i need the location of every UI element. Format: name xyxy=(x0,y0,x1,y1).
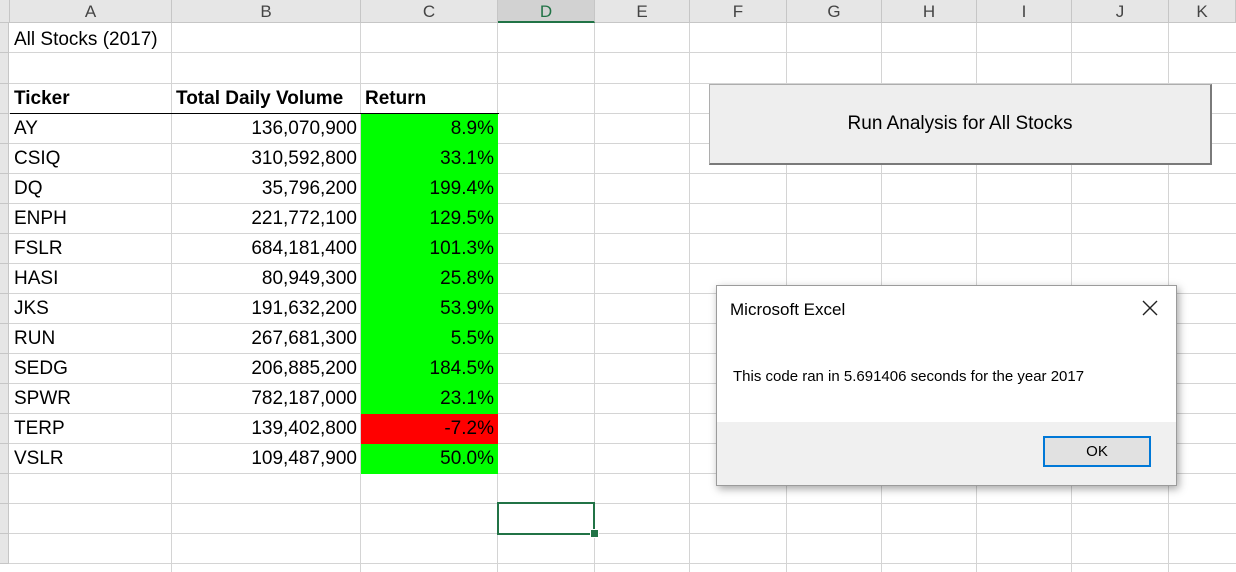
volume-cell[interactable]: 310,592,800 xyxy=(172,144,361,174)
return-cell[interactable]: 5.5% xyxy=(361,324,498,354)
excel-message-dialog: Microsoft Excel This code ran in 5.69140… xyxy=(716,285,1177,486)
column-header-g[interactable]: G xyxy=(787,0,882,23)
dialog-message: This code ran in 5.691406 seconds for th… xyxy=(733,368,1085,385)
return-cell[interactable]: 25.8% xyxy=(361,264,498,294)
volume-cell[interactable]: 684,181,400 xyxy=(172,234,361,264)
select-all-corner[interactable] xyxy=(0,0,10,23)
column-header-a[interactable]: A xyxy=(10,0,172,23)
row-header[interactable] xyxy=(0,144,9,174)
gridline-vertical xyxy=(594,23,595,572)
row-header[interactable] xyxy=(0,354,9,384)
ticker-header[interactable]: Ticker xyxy=(10,84,172,114)
ticker-cell[interactable]: ENPH xyxy=(10,204,172,234)
return-cell[interactable]: 129.5% xyxy=(361,204,498,234)
volume-cell[interactable]: 35,796,200 xyxy=(172,174,361,204)
gridline-horizontal xyxy=(0,563,1236,564)
return-header[interactable]: Return xyxy=(361,84,499,114)
return-cell[interactable]: 23.1% xyxy=(361,384,498,414)
volume-cell[interactable]: 109,487,900 xyxy=(172,444,361,474)
column-header-j[interactable]: J xyxy=(1072,0,1169,23)
run-analysis-button[interactable]: Run Analysis for All Stocks xyxy=(709,84,1212,165)
return-cell[interactable]: 50.0% xyxy=(361,444,498,474)
ticker-cell[interactable]: SPWR xyxy=(10,384,172,414)
fill-handle[interactable] xyxy=(590,529,599,538)
gridline-horizontal xyxy=(0,503,1236,504)
volume-cell[interactable]: 80,949,300 xyxy=(172,264,361,294)
row-header[interactable] xyxy=(0,324,9,354)
ticker-cell[interactable]: CSIQ xyxy=(10,144,172,174)
row-header[interactable] xyxy=(0,53,9,84)
column-header-e[interactable]: E xyxy=(595,0,690,23)
return-cell[interactable]: 53.9% xyxy=(361,294,498,324)
column-header-c[interactable]: C xyxy=(361,0,498,23)
volume-cell[interactable]: 782,187,000 xyxy=(172,384,361,414)
volume-cell[interactable]: 136,070,900 xyxy=(172,114,361,144)
column-header-d[interactable]: D xyxy=(498,0,595,23)
row-header[interactable] xyxy=(0,294,9,324)
row-header[interactable] xyxy=(0,84,9,114)
ticker-cell[interactable]: TERP xyxy=(10,414,172,444)
ticker-cell[interactable]: DQ xyxy=(10,174,172,204)
row-header[interactable] xyxy=(0,264,9,294)
column-header-i[interactable]: I xyxy=(977,0,1072,23)
column-header-h[interactable]: H xyxy=(882,0,977,23)
return-cell[interactable]: 184.5% xyxy=(361,354,498,384)
volume-cell[interactable]: 267,681,300 xyxy=(172,324,361,354)
row-header[interactable] xyxy=(0,174,9,204)
dialog-title: Microsoft Excel xyxy=(730,300,846,319)
volume-cell[interactable]: 206,885,200 xyxy=(172,354,361,384)
return-cell[interactable]: 33.1% xyxy=(361,144,498,174)
return-cell[interactable]: 8.9% xyxy=(361,114,498,144)
volume-cell[interactable]: 139,402,800 xyxy=(172,414,361,444)
ticker-cell[interactable]: FSLR xyxy=(10,234,172,264)
return-cell[interactable]: 101.3% xyxy=(361,234,498,264)
volume-cell[interactable]: 191,632,200 xyxy=(172,294,361,324)
ticker-cell[interactable]: SEDG xyxy=(10,354,172,384)
selected-cell[interactable] xyxy=(497,502,595,535)
dialog-footer: OK xyxy=(717,422,1176,485)
row-header[interactable] xyxy=(0,384,9,414)
ticker-cell[interactable]: AY xyxy=(10,114,172,144)
row-header[interactable] xyxy=(0,23,9,53)
volume-cell[interactable]: 221,772,100 xyxy=(172,204,361,234)
gridline-vertical xyxy=(689,23,690,572)
column-header-k[interactable]: K xyxy=(1169,0,1236,23)
return-cell[interactable]: -7.2% xyxy=(361,414,498,444)
row-header[interactable] xyxy=(0,444,9,474)
row-header[interactable] xyxy=(0,534,9,564)
close-icon[interactable] xyxy=(1132,292,1168,324)
ticker-cell[interactable]: VSLR xyxy=(10,444,172,474)
ticker-cell[interactable]: HASI xyxy=(10,264,172,294)
row-header[interactable] xyxy=(0,114,9,144)
sheet-title-cell[interactable]: All Stocks (2017) xyxy=(10,25,360,55)
ok-button[interactable]: OK xyxy=(1043,436,1151,467)
return-cell[interactable]: 199.4% xyxy=(361,174,498,204)
row-header[interactable] xyxy=(0,504,9,534)
ticker-cell[interactable]: JKS xyxy=(10,294,172,324)
gridline-horizontal xyxy=(0,533,1236,534)
column-header-f[interactable]: F xyxy=(690,0,787,23)
row-header[interactable] xyxy=(0,204,9,234)
row-header[interactable] xyxy=(0,234,9,264)
volume-header[interactable]: Total Daily Volume xyxy=(172,84,361,114)
row-header[interactable] xyxy=(0,474,9,504)
column-header-b[interactable]: B xyxy=(172,0,361,23)
row-header[interactable] xyxy=(0,414,9,444)
ticker-cell[interactable]: RUN xyxy=(10,324,172,354)
